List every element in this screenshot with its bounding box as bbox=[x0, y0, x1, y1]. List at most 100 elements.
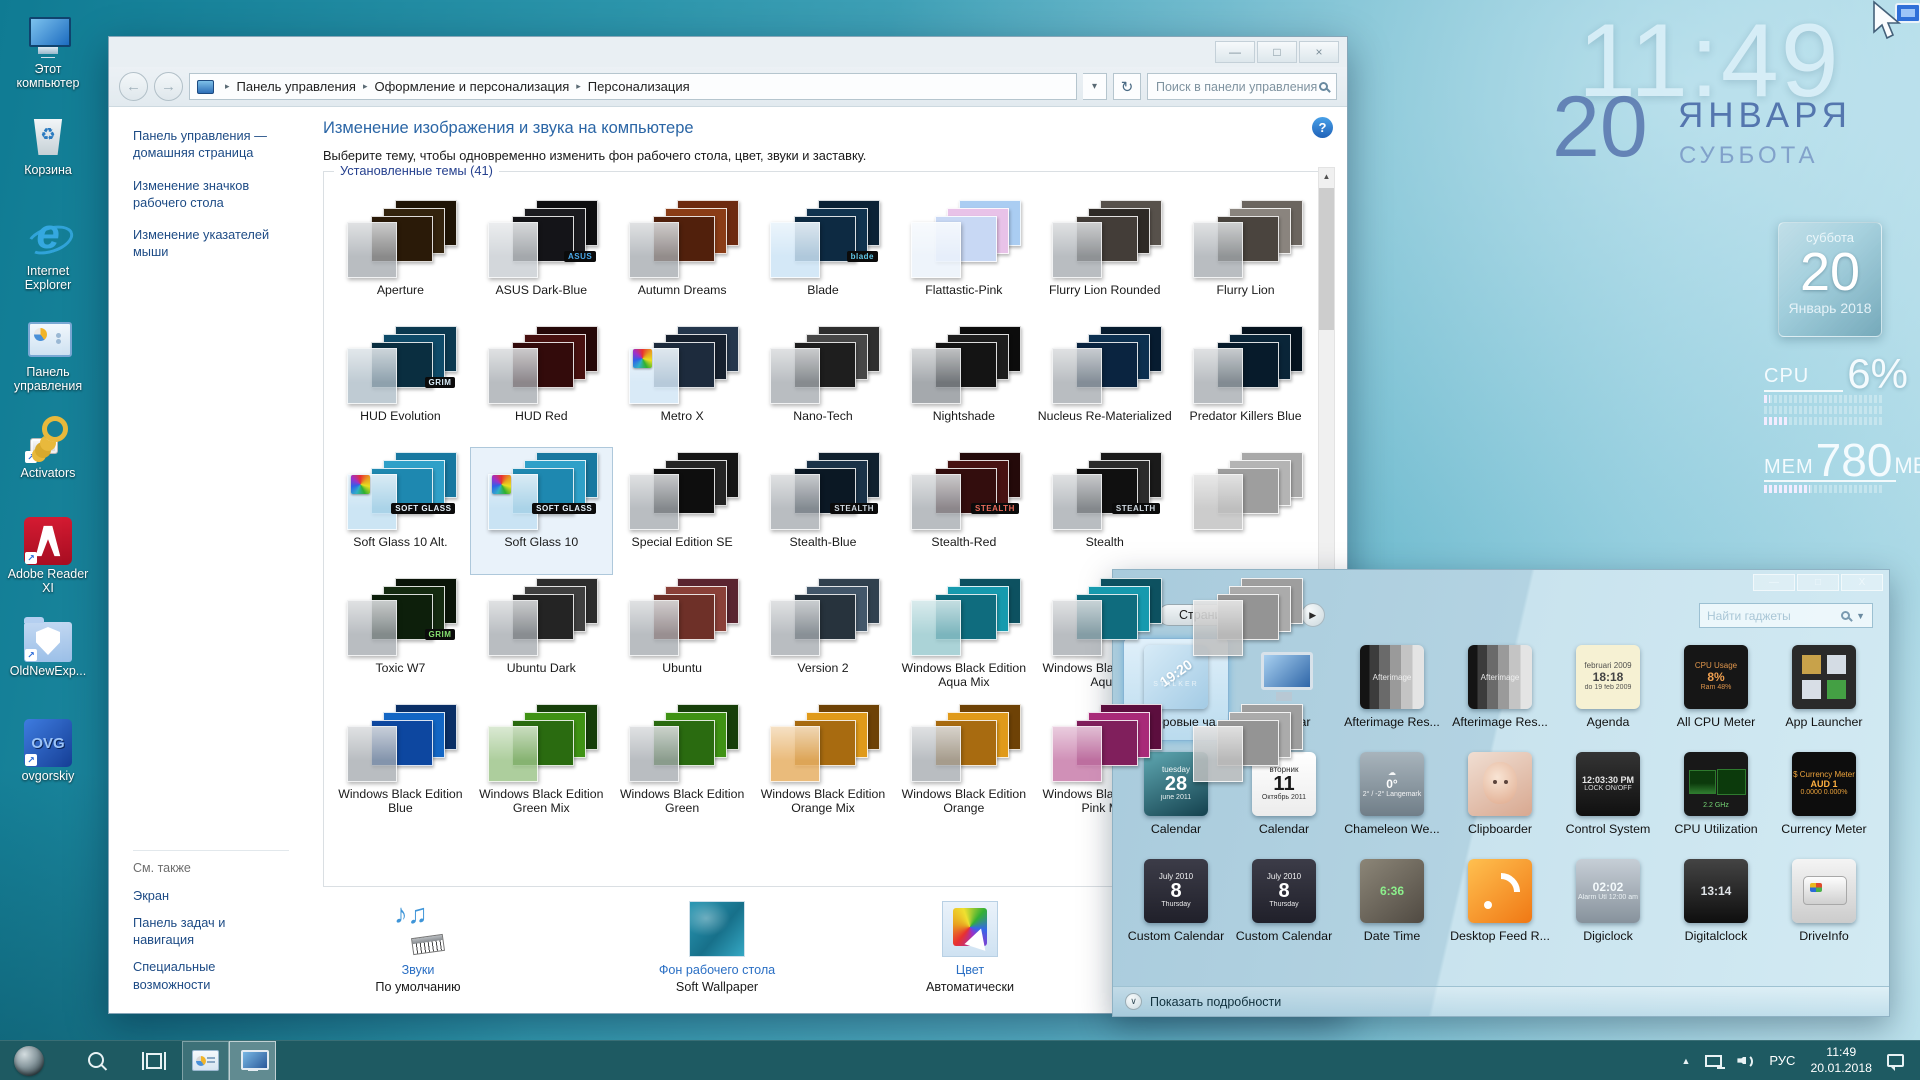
desktop-icon[interactable]: ↗ ovgorskiy bbox=[4, 719, 92, 820]
theme-item[interactable]: Windows Black Edition Green bbox=[612, 700, 753, 826]
theme-item[interactable] bbox=[1175, 448, 1316, 574]
gadget-item[interactable]: July 2010 8 Thursday Custom Calendar bbox=[1231, 852, 1337, 955]
breadcrumb-item[interactable]: ▸ Персонализация bbox=[569, 79, 689, 94]
maximize-button[interactable]: □ bbox=[1797, 574, 1839, 591]
gadget-item[interactable]: 2.2 GHz CPU Utilization bbox=[1663, 745, 1769, 848]
gadget-search-input[interactable]: Найти гаджеты ▼ bbox=[1699, 603, 1873, 628]
scroll-up-button[interactable]: ▲ bbox=[1319, 168, 1334, 185]
desktop-icon[interactable]: ↗ Панель управления bbox=[4, 315, 92, 416]
theme-item[interactable]: GRIM HUD Evolution bbox=[330, 322, 471, 448]
start-button[interactable] bbox=[14, 1046, 44, 1076]
theme-item[interactable]: blade Blade bbox=[753, 196, 894, 322]
theme-item[interactable]: Windows Black Edition Orange Mix bbox=[753, 700, 894, 826]
network-icon[interactable] bbox=[1705, 1055, 1722, 1067]
theme-item[interactable]: Flurry Lion bbox=[1175, 196, 1316, 322]
desktop-icon[interactable]: ↗ Этот компьютер bbox=[4, 12, 92, 113]
desktop-icon[interactable]: ↗ OldNewExp... bbox=[4, 618, 92, 719]
gadget-item[interactable]: $ Currency Meter AUD 1 0.0000 0.000% Cur… bbox=[1771, 745, 1877, 848]
theme-item[interactable]: Windows Black Edition Blue bbox=[330, 700, 471, 826]
show-details-button[interactable]: ∨ bbox=[1125, 993, 1142, 1010]
theme-item[interactable]: Flurry Lion Rounded bbox=[1034, 196, 1175, 322]
sidebar-link[interactable]: Панель управления — домашняя страница bbox=[133, 127, 283, 162]
close-button[interactable]: X bbox=[1841, 574, 1883, 591]
chevron-down-icon[interactable]: ▼ bbox=[1856, 611, 1865, 621]
forward-button[interactable]: → bbox=[154, 72, 183, 101]
action-center-icon[interactable] bbox=[1887, 1054, 1904, 1067]
gadget-item[interactable]: CPU Usage 8% Ram 48% All CPU Meter bbox=[1663, 638, 1769, 741]
calendar-gadget[interactable]: суббота 20 Январь 2018 bbox=[1778, 222, 1882, 337]
breadcrumb-item[interactable]: ▸ Оформление и персонализация bbox=[356, 79, 569, 94]
minimize-button[interactable]: — bbox=[1753, 574, 1795, 591]
gadget-item[interactable]: 13:14 Digitalclock bbox=[1663, 852, 1769, 955]
cpu-meter-gadget[interactable]: CPU 6% bbox=[1764, 356, 1908, 425]
maximize-button[interactable]: □ bbox=[1257, 41, 1297, 63]
theme-item[interactable]: Nightshade bbox=[893, 322, 1034, 448]
refresh-button[interactable]: ↻ bbox=[1113, 73, 1141, 100]
sidebar-link[interactable]: Экран bbox=[133, 887, 283, 904]
language-indicator[interactable]: РУС bbox=[1769, 1053, 1795, 1068]
gadget-item[interactable]: 12:03:30 PM LOCK ON/OFF Control System bbox=[1555, 745, 1661, 848]
control-panel-search-input[interactable]: Поиск в панели управления bbox=[1147, 73, 1337, 100]
next-page-button[interactable]: ▶ bbox=[1301, 603, 1325, 627]
mem-meter-gadget[interactable]: MEM 780 MB bbox=[1764, 442, 1908, 493]
theme-item[interactable]: Windows Black Edition Green Mix bbox=[471, 700, 612, 826]
sidebar-link[interactable]: Специальные возможности bbox=[133, 958, 283, 993]
show-hidden-icons-button[interactable]: ▲ bbox=[1681, 1056, 1690, 1066]
volume-icon[interactable] bbox=[1737, 1053, 1754, 1068]
close-button[interactable]: × bbox=[1299, 41, 1339, 63]
theme-item[interactable]: Nano-Tech bbox=[753, 322, 894, 448]
theme-item[interactable]: Flattastic-Pink bbox=[893, 196, 1034, 322]
scrollbar-thumb[interactable] bbox=[1319, 188, 1334, 330]
gadget-item[interactable]: July 2010 8 Thursday Custom Calendar bbox=[1123, 852, 1229, 955]
gadget-item[interactable]: Afterimage Afterimage Res... bbox=[1447, 638, 1553, 741]
gadget-item[interactable]: App Launcher bbox=[1771, 638, 1877, 741]
theme-item[interactable]: SOFT GLASS Soft Glass 10 Alt. bbox=[330, 448, 471, 574]
theme-item[interactable]: STEALTH Stealth-Red bbox=[893, 448, 1034, 574]
help-button[interactable]: ? bbox=[1312, 117, 1333, 138]
theme-item[interactable]: Predator Killers Blue bbox=[1175, 322, 1316, 448]
desktop-icon[interactable]: ↗ Internet Explorer bbox=[4, 214, 92, 315]
taskbar-button-personalization[interactable] bbox=[229, 1041, 276, 1080]
theme-item[interactable]: Windows Black Edition Aqua Mix bbox=[893, 574, 1034, 700]
theme-item[interactable]: Version 2 bbox=[753, 574, 894, 700]
theme-item[interactable]: Special Edition SE bbox=[612, 448, 753, 574]
show-details-label[interactable]: Показать подробности bbox=[1150, 995, 1281, 1009]
theme-item[interactable]: Ubuntu bbox=[612, 574, 753, 700]
theme-item[interactable]: Autumn Dreams bbox=[612, 196, 753, 322]
footer-setting[interactable]: Цвет Автоматически bbox=[875, 901, 1065, 994]
desktop-icon[interactable]: ↗ Adobe Reader XI bbox=[4, 517, 92, 618]
theme-item[interactable]: GRIM Toxic W7 bbox=[330, 574, 471, 700]
gadget-item[interactable]: Afterimage Afterimage Res... bbox=[1339, 638, 1445, 741]
gadget-item[interactable]: 6:36 Date Time bbox=[1339, 852, 1445, 955]
desktop-icon[interactable]: ↗ Activators bbox=[4, 416, 92, 517]
minimize-button[interactable]: — bbox=[1215, 41, 1255, 63]
breadcrumb[interactable]: ▸ Панель управления ▸ Оформление и персо… bbox=[189, 73, 1077, 100]
theme-item[interactable]: Ubuntu Dark bbox=[471, 574, 612, 700]
gadget-item[interactable]: DriveInfo bbox=[1771, 852, 1877, 955]
theme-item[interactable]: Metro X bbox=[612, 322, 753, 448]
breadcrumb-item[interactable]: ▸ Панель управления bbox=[218, 79, 356, 94]
theme-item[interactable]: Windows Black Edition Orange bbox=[893, 700, 1034, 826]
theme-item[interactable]: Aperture bbox=[330, 196, 471, 322]
gadget-item[interactable]: 02:02 Alarm Utl 12:00 am Digiclock bbox=[1555, 852, 1661, 955]
back-button[interactable]: ← bbox=[119, 72, 148, 101]
sidebar-link[interactable]: Панель задач и навигация bbox=[133, 914, 283, 949]
task-view-icon[interactable] bbox=[142, 1052, 166, 1070]
footer-setting[interactable]: Звуки По умолчанию bbox=[323, 901, 513, 994]
gadget-item[interactable]: februari 2009 18:18 do 19 feb 2009 Agend… bbox=[1555, 638, 1661, 741]
gadget-item[interactable]: Desktop Feed R... bbox=[1447, 852, 1553, 955]
theme-item[interactable]: SOFT GLASS Soft Glass 10 bbox=[471, 448, 612, 574]
theme-item[interactable]: STEALTH Stealth bbox=[1034, 448, 1175, 574]
theme-item[interactable]: ASUS ASUS Dark-Blue bbox=[471, 196, 612, 322]
theme-item[interactable]: Nucleus Re-Materialized bbox=[1034, 322, 1175, 448]
taskbar-button-control-panel[interactable] bbox=[182, 1041, 229, 1080]
gadget-item[interactable]: Clipboarder bbox=[1447, 745, 1553, 848]
taskbar-search-icon[interactable] bbox=[88, 1052, 106, 1070]
sidebar-link[interactable]: Изменение значков рабочего стола bbox=[133, 177, 283, 212]
sidebar-link[interactable]: Изменение указателей мыши bbox=[133, 226, 283, 261]
footer-setting[interactable]: Фон рабочего стола Soft Wallpaper bbox=[622, 901, 812, 994]
theme-item[interactable]: STEALTH Stealth-Blue bbox=[753, 448, 894, 574]
gadget-item[interactable]: ☁ 0° 2° / -2° Langemark Chameleon We... bbox=[1339, 745, 1445, 848]
theme-item[interactable]: HUD Red bbox=[471, 322, 612, 448]
taskbar-clock[interactable]: 11:49 20.01.2018 bbox=[1810, 1045, 1872, 1077]
